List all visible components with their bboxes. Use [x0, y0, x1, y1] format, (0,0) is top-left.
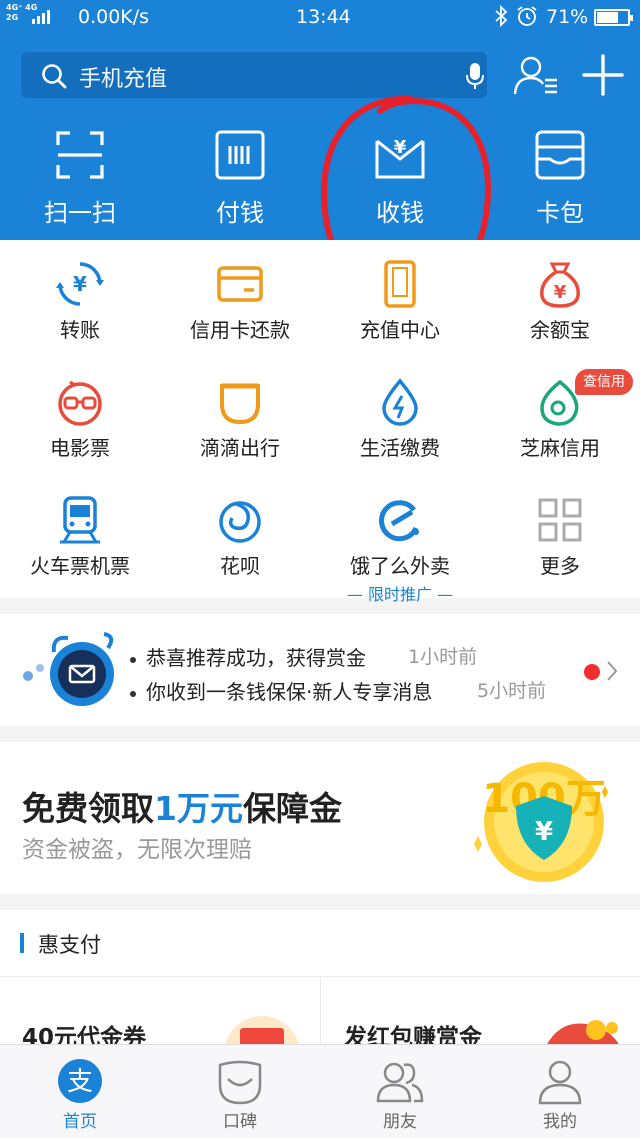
app-utility-payment[interactable]: 生活缴费: [320, 378, 480, 461]
signal-icon: [32, 8, 50, 24]
notification-time: 1小时前: [408, 646, 478, 668]
network-speed: 0.00K/s: [78, 6, 150, 28]
bottom-tab-bar: 支 首页 口碑 朋友 我的: [0, 1044, 640, 1138]
red-packet-image: [546, 1020, 620, 1046]
alarm-icon: [516, 5, 538, 32]
search-input[interactable]: 手机充值: [21, 52, 487, 98]
tab-home[interactable]: 支 首页: [0, 1045, 160, 1138]
app-recharge-center[interactable]: 充值中心: [320, 260, 480, 343]
svg-text:支: 支: [67, 1067, 93, 1097]
app-more[interactable]: 更多: [480, 496, 640, 579]
robot-mascot-icon: [23, 632, 114, 706]
search-placeholder: 手机充值: [79, 67, 168, 92]
svg-text:¥: ¥: [394, 137, 407, 158]
train-icon: [60, 496, 100, 544]
app-train-flight-tickets[interactable]: 火车票机票: [0, 496, 160, 579]
contacts-icon[interactable]: [513, 54, 559, 98]
friends-icon: [376, 1062, 424, 1103]
app-credit-card-repayment[interactable]: 信用卡还款: [160, 260, 320, 343]
tab-koubei[interactable]: 口碑: [160, 1045, 320, 1138]
section-heading: 惠支付: [38, 933, 101, 957]
card-wallet-button[interactable]: 卡包: [500, 129, 620, 228]
collect-money-button[interactable]: ¥ 收钱: [340, 129, 460, 228]
utility-drop-icon: [382, 378, 418, 426]
app-movie-tickets[interactable]: 电影票: [0, 378, 160, 461]
promo-banner[interactable]: 免费领取1万元保障金 资金被盗，无限次理赔 100万 ¥: [0, 742, 640, 894]
notification-strip[interactable]: 恭喜推荐成功，获得赏金 1小时前 你收到一条钱保保·新人专享消息 5小时前: [0, 614, 640, 726]
discount-pay-section: 惠支付 40元代金券 发红包赚赏金: [0, 910, 640, 1051]
coupon-card-image: [224, 1016, 300, 1046]
alipay-home-icon: 支: [58, 1059, 102, 1103]
microphone-icon[interactable]: [464, 62, 486, 90]
huabei-icon: [219, 501, 261, 543]
battery-percent: 71%: [546, 6, 589, 28]
koubei-icon: [218, 1060, 262, 1105]
section-accent: [20, 933, 24, 953]
promo-tag: — 限时推广 —: [346, 585, 454, 604]
app-yuebao[interactable]: ¥ 余额宝: [480, 260, 640, 343]
notification-item[interactable]: 你收到一条钱保保·新人专享消息 5小时前: [130, 676, 546, 705]
transfer-icon: ¥: [56, 262, 104, 306]
shield-coin-icon: 100万 ¥: [474, 762, 608, 882]
app-huabei[interactable]: 花呗: [160, 496, 320, 579]
app-eleme[interactable]: 饿了么外卖 — 限时推广 —: [320, 496, 480, 605]
add-icon[interactable]: [580, 52, 626, 98]
profile-icon: [538, 1060, 582, 1105]
promo-subtitle: 资金被盗，无限次理赔: [22, 837, 252, 863]
svg-text:¥: ¥: [554, 282, 567, 303]
unread-dot: [584, 664, 600, 680]
scan-icon: [56, 131, 104, 179]
app-didi[interactable]: 滴滴出行: [160, 378, 320, 461]
clock: 13:44: [296, 6, 351, 28]
promo-title: 免费领取1万元保障金: [22, 789, 342, 828]
money-bag-icon: ¥: [540, 262, 580, 308]
notification-item[interactable]: 恭喜推荐成功，获得赏金 1小时前: [130, 642, 477, 671]
movie-glasses-icon: [58, 380, 102, 426]
more-grid-icon: [538, 498, 582, 542]
pay-code-icon: [215, 130, 265, 180]
pay-button[interactable]: 付钱: [180, 129, 300, 228]
battery-icon: [594, 9, 633, 26]
app-transfer[interactable]: ¥ 转账: [0, 260, 160, 343]
scan-button[interactable]: 扫一扫: [20, 129, 140, 228]
tab-friends[interactable]: 朋友: [320, 1045, 480, 1138]
app-grid: ¥ 转账 信用卡还款 充值中心 ¥ 余额宝 电影票 滴滴出行 生活缴费 芝麻信用…: [0, 240, 640, 604]
svg-text:¥: ¥: [535, 817, 553, 847]
eleme-icon: [379, 500, 419, 542]
phone-recharge-icon: [384, 260, 416, 308]
status-bar: 4G⁺ 4G 2G 0.00K/s 13:44 71%: [0, 0, 640, 34]
search-icon: [42, 64, 67, 89]
notification-time: 5小时前: [477, 680, 547, 702]
chevron-right-icon[interactable]: [606, 660, 618, 682]
header: 手机充值 扫一扫 付钱 ¥ 收钱 卡包: [0, 34, 640, 240]
tab-profile[interactable]: 我的: [480, 1045, 640, 1138]
check-credit-badge[interactable]: 查信用: [575, 369, 633, 395]
bluetooth-icon: [494, 4, 508, 32]
collect-money-icon: ¥: [375, 137, 425, 179]
svg-text:¥: ¥: [73, 272, 87, 296]
card-wallet-icon: [535, 130, 585, 180]
credit-card-icon: [217, 266, 263, 302]
didi-icon: [220, 383, 260, 425]
